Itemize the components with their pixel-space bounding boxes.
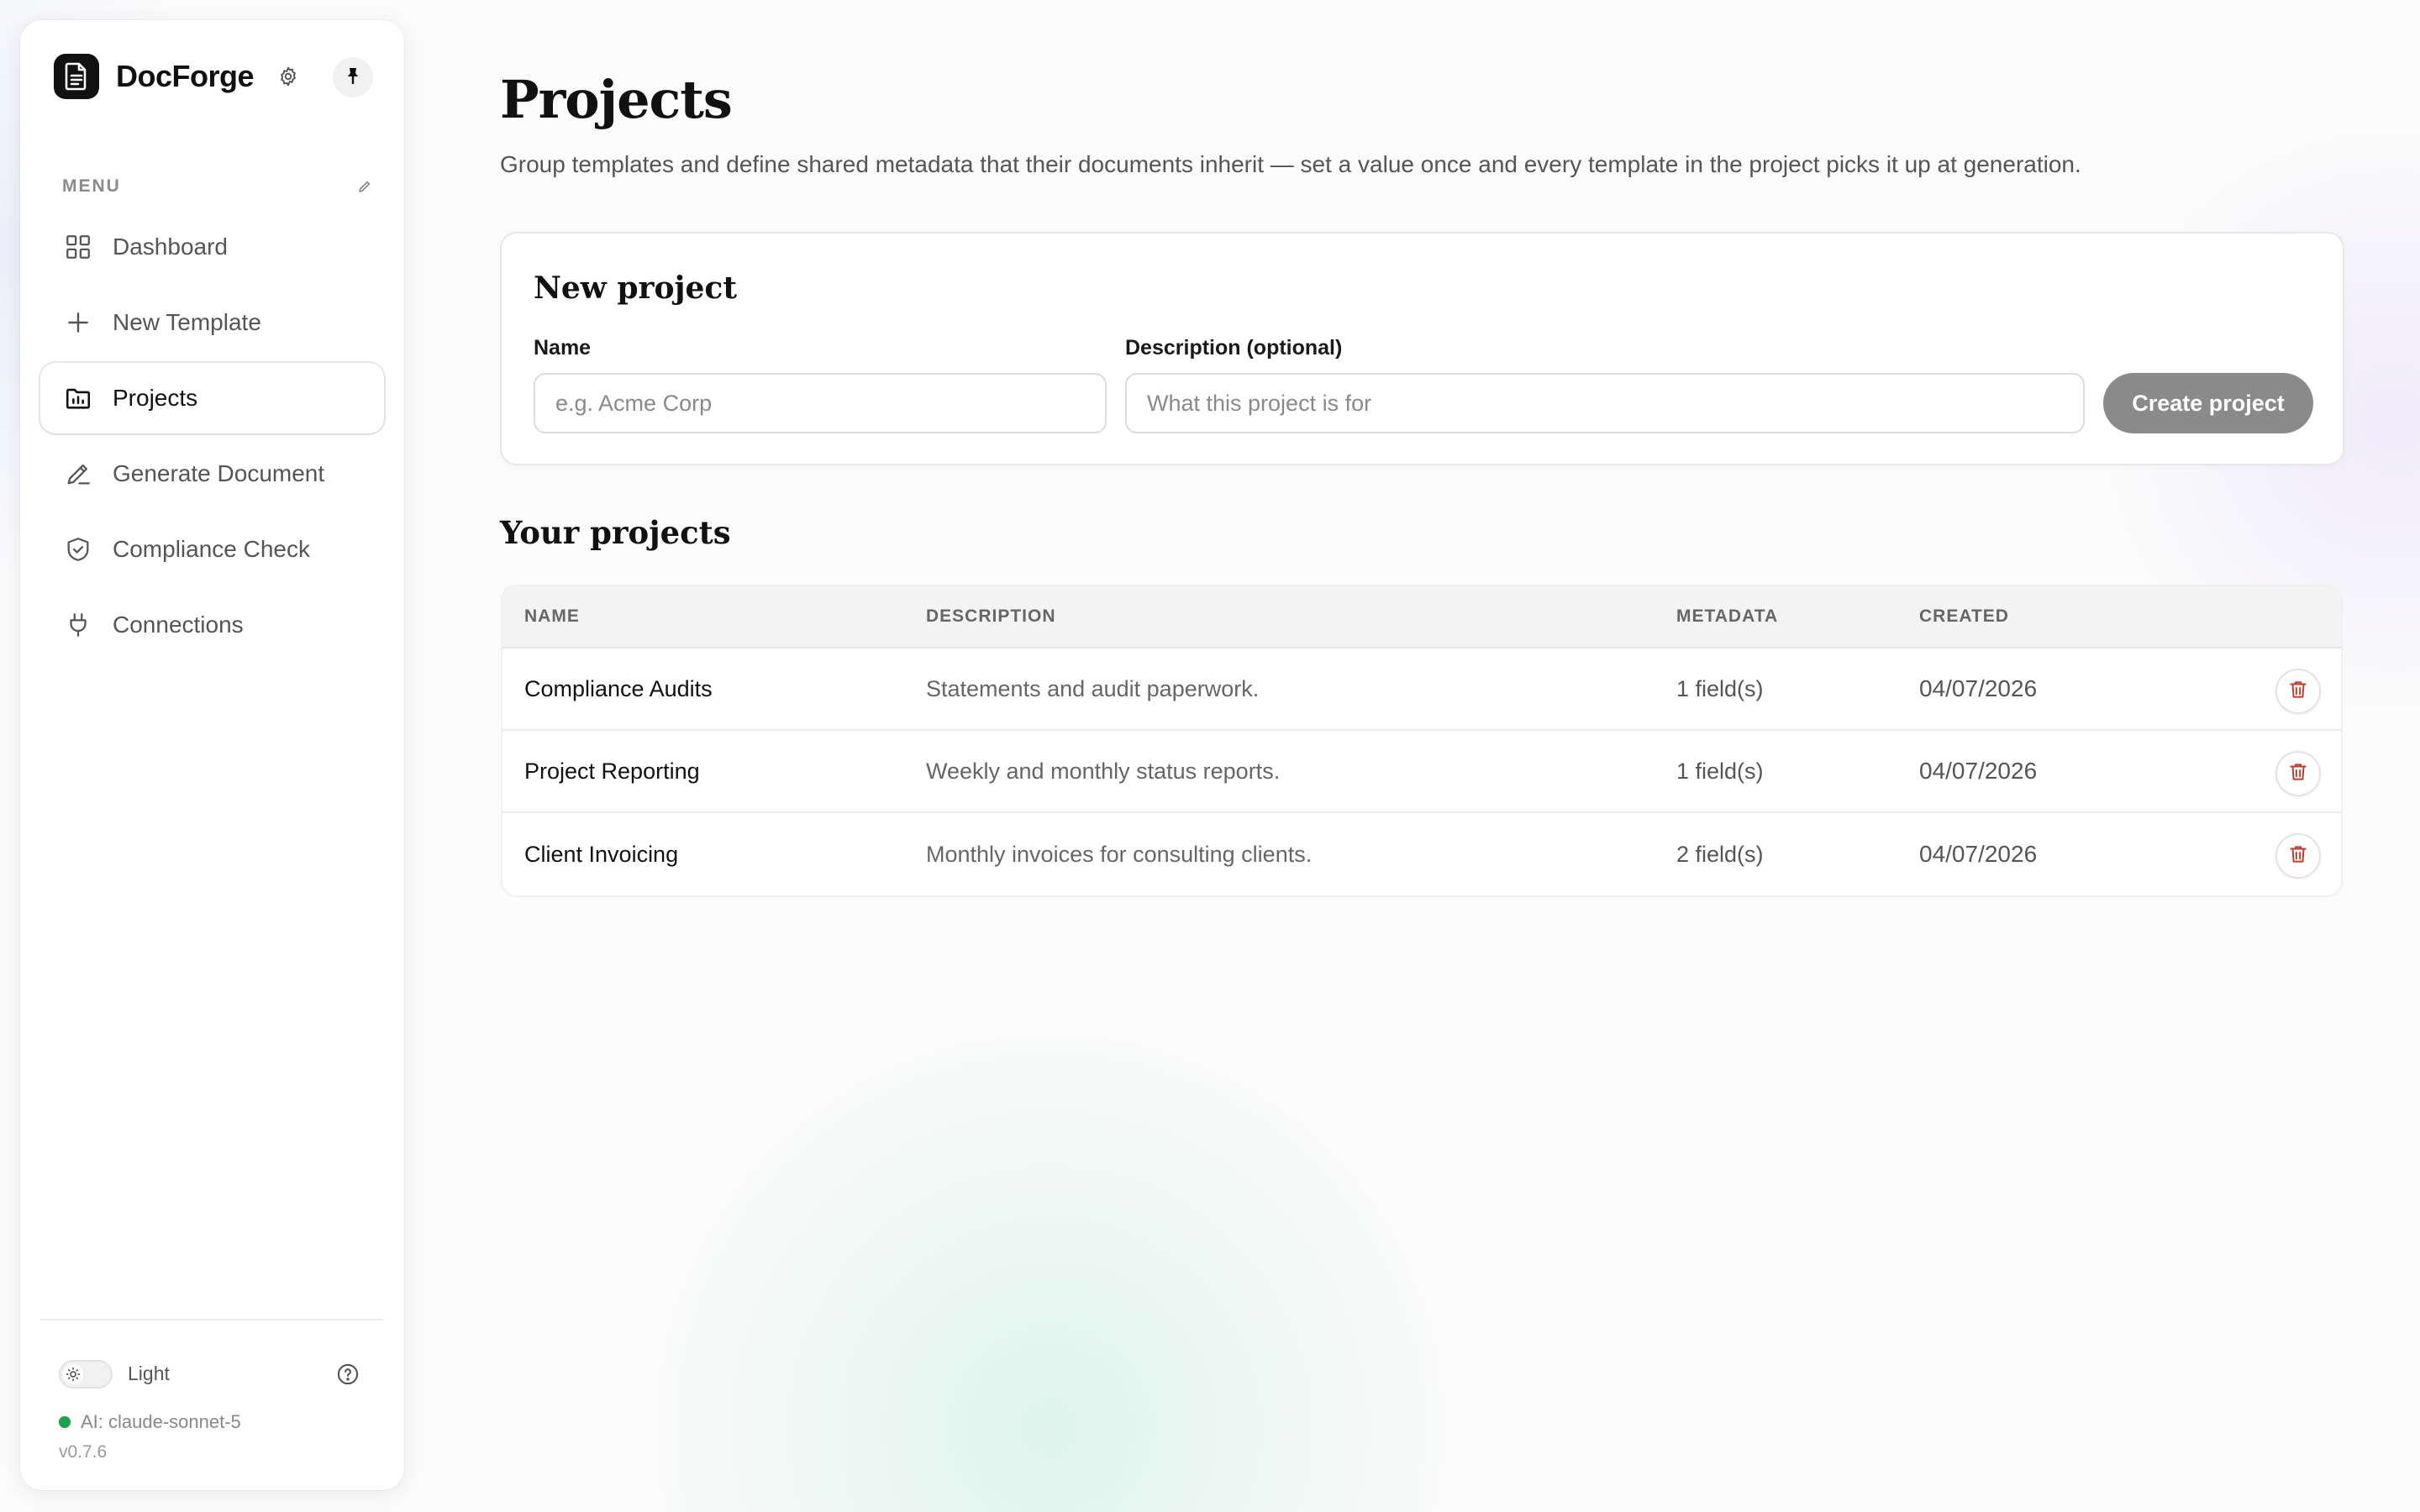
gear-icon[interactable] xyxy=(276,64,301,89)
sidebar-item-new-template[interactable]: New Template xyxy=(40,287,384,358)
theme-toggle[interactable] xyxy=(59,1360,113,1389)
page-title: Projects xyxy=(500,69,733,130)
projects-table: NAME DESCRIPTION METADATA CREATED Compli… xyxy=(501,585,2343,897)
brand[interactable]: DocForge xyxy=(54,54,301,99)
sidebar-item-label: Projects xyxy=(113,385,198,411)
sidebar: DocForge MENU Dashboard New Template Pro… xyxy=(20,20,404,1490)
trash-icon xyxy=(2287,761,2309,787)
name-field-label: Name xyxy=(534,336,592,360)
project-metadata: 2 field(s) xyxy=(1676,841,1764,867)
trash-icon xyxy=(2287,843,2309,869)
column-header-name[interactable]: NAME xyxy=(524,606,580,627)
brand-name: DocForge xyxy=(116,59,255,93)
shield-check-icon xyxy=(62,533,94,565)
table-row[interactable]: Client Invoicing Monthly invoices for co… xyxy=(502,813,2341,895)
status-dot xyxy=(59,1416,71,1428)
pen-icon xyxy=(62,458,94,490)
project-description: Monthly invoices for consulting clients. xyxy=(926,841,1313,867)
project-created: 04/07/2026 xyxy=(1919,758,2038,784)
project-description: Weekly and monthly status reports. xyxy=(926,758,1281,784)
pin-sidebar-button[interactable] xyxy=(333,57,373,97)
your-projects-title: Your projects xyxy=(500,514,731,551)
pin-icon xyxy=(345,66,361,89)
sidebar-divider xyxy=(40,1319,384,1320)
sun-icon xyxy=(63,1364,83,1384)
table-row[interactable]: Project Reporting Weekly and monthly sta… xyxy=(502,731,2341,813)
table-header: NAME DESCRIPTION METADATA CREATED xyxy=(502,586,2341,648)
description-field-label: Description (optional) xyxy=(1125,336,1343,360)
column-header-created[interactable]: CREATED xyxy=(1919,606,2009,627)
menu-label: MENU xyxy=(62,176,121,196)
sidebar-item-compliance-check[interactable]: Compliance Check xyxy=(40,514,384,585)
new-project-title: New project xyxy=(534,270,737,306)
sidebar-item-projects[interactable]: Projects xyxy=(40,363,384,433)
delete-project-button[interactable] xyxy=(2275,751,2321,796)
column-header-description[interactable]: DESCRIPTION xyxy=(926,606,1056,627)
edit-menu-icon[interactable] xyxy=(355,176,375,197)
sidebar-item-label: New Template xyxy=(113,309,261,335)
ai-status-label: AI: claude-sonnet-5 xyxy=(81,1411,241,1432)
plus-icon xyxy=(62,307,94,339)
project-created: 04/07/2026 xyxy=(1919,841,2038,867)
table-row[interactable]: Compliance Audits Statements and audit p… xyxy=(502,648,2341,731)
document-logo-icon xyxy=(54,54,99,99)
sidebar-item-dashboard[interactable]: Dashboard xyxy=(40,212,384,282)
sidebar-item-generate-document[interactable]: Generate Document xyxy=(40,438,384,509)
app-version: v0.7.6 xyxy=(59,1442,108,1462)
plug-icon xyxy=(62,609,94,641)
theme-label: Light xyxy=(128,1362,170,1384)
project-created: 04/07/2026 xyxy=(1919,675,2038,701)
dashboard-grid-icon xyxy=(62,231,94,263)
sidebar-nav: Dashboard New Template Projects Generate… xyxy=(40,212,384,665)
delete-project-button[interactable] xyxy=(2275,833,2321,879)
project-description: Statements and audit paperwork. xyxy=(926,675,1260,701)
trash-icon xyxy=(2287,679,2309,705)
project-name[interactable]: Project Reporting xyxy=(524,759,700,785)
project-metadata: 1 field(s) xyxy=(1676,758,1764,784)
ai-status: AI: claude-sonnet-5 xyxy=(59,1411,241,1433)
folder-chart-icon xyxy=(62,382,94,414)
sidebar-item-connections[interactable]: Connections xyxy=(40,590,384,660)
sidebar-item-label: Generate Document xyxy=(113,460,325,486)
sidebar-item-label: Connections xyxy=(113,612,244,638)
project-description-input[interactable] xyxy=(1125,373,2085,433)
help-icon[interactable] xyxy=(334,1361,361,1388)
project-name[interactable]: Compliance Audits xyxy=(524,676,713,702)
sidebar-item-label: Dashboard xyxy=(113,234,228,260)
project-name[interactable]: Client Invoicing xyxy=(524,842,678,868)
project-name-input[interactable] xyxy=(534,373,1107,433)
sidebar-item-label: Compliance Check xyxy=(113,536,310,562)
column-header-metadata[interactable]: METADATA xyxy=(1676,606,1778,627)
create-project-button[interactable]: Create project xyxy=(2103,373,2313,433)
new-project-card: New project Name Description (optional) … xyxy=(500,232,2344,465)
delete-project-button[interactable] xyxy=(2275,669,2321,714)
page-subtitle: Group templates and define shared metada… xyxy=(500,151,2081,177)
project-metadata: 1 field(s) xyxy=(1676,675,1764,701)
